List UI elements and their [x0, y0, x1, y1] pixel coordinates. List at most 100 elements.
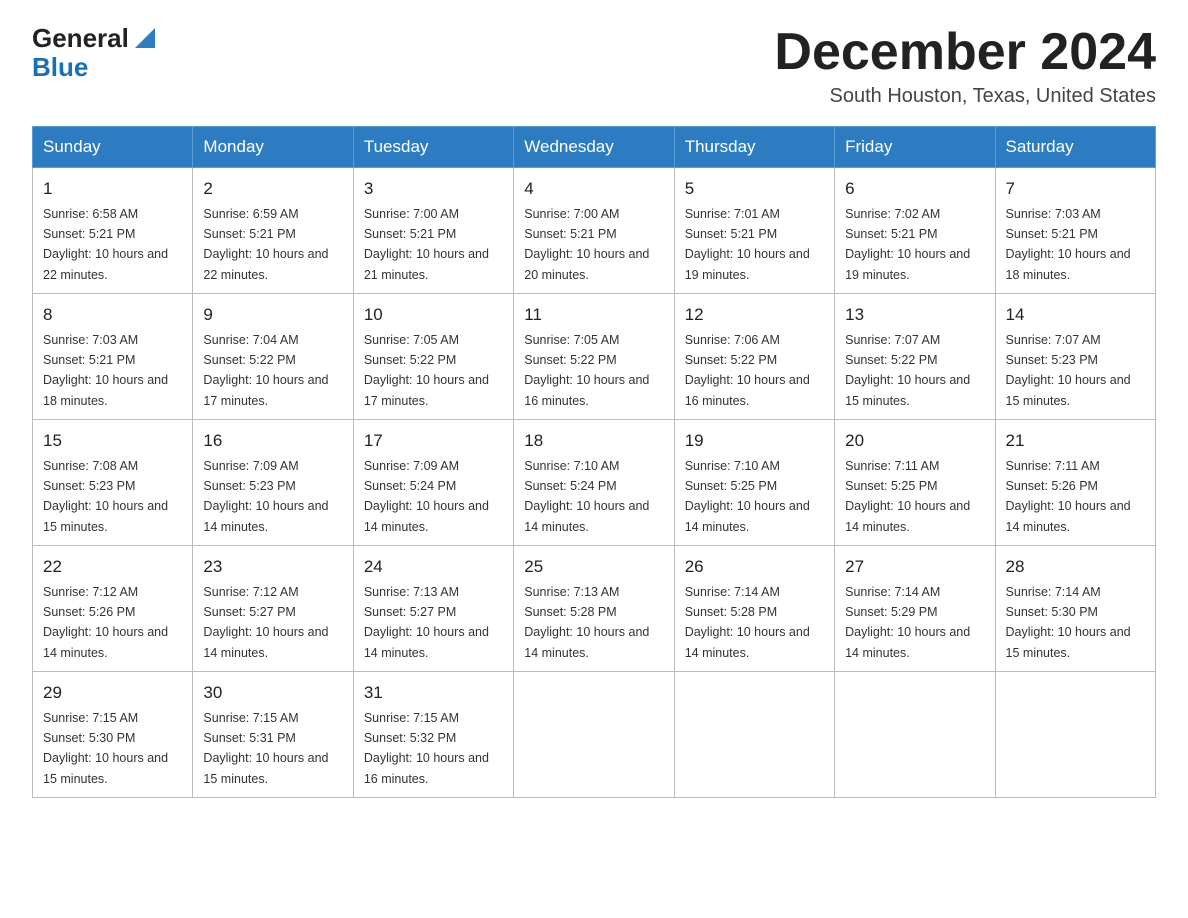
day-info: Sunrise: 7:11 AMSunset: 5:25 PMDaylight:…	[845, 459, 970, 534]
day-number: 2	[203, 176, 342, 202]
calendar-day-cell: 18 Sunrise: 7:10 AMSunset: 5:24 PMDaylig…	[514, 420, 674, 546]
logo-general: General	[32, 24, 159, 53]
day-number: 29	[43, 680, 182, 706]
month-title: December 2024	[774, 24, 1156, 81]
day-info: Sunrise: 7:14 AMSunset: 5:30 PMDaylight:…	[1006, 585, 1131, 660]
calendar-day-cell: 31 Sunrise: 7:15 AMSunset: 5:32 PMDaylig…	[353, 672, 513, 798]
calendar-week-row: 8 Sunrise: 7:03 AMSunset: 5:21 PMDayligh…	[33, 294, 1156, 420]
day-number: 23	[203, 554, 342, 580]
day-info: Sunrise: 7:00 AMSunset: 5:21 PMDaylight:…	[524, 207, 649, 282]
day-number: 30	[203, 680, 342, 706]
day-info: Sunrise: 7:10 AMSunset: 5:24 PMDaylight:…	[524, 459, 649, 534]
day-number: 4	[524, 176, 663, 202]
calendar-day-cell	[514, 672, 674, 798]
calendar: SundayMondayTuesdayWednesdayThursdayFrid…	[32, 126, 1156, 798]
day-number: 15	[43, 428, 182, 454]
day-info: Sunrise: 7:06 AMSunset: 5:22 PMDaylight:…	[685, 333, 810, 408]
day-number: 22	[43, 554, 182, 580]
calendar-day-cell: 16 Sunrise: 7:09 AMSunset: 5:23 PMDaylig…	[193, 420, 353, 546]
day-info: Sunrise: 7:04 AMSunset: 5:22 PMDaylight:…	[203, 333, 328, 408]
calendar-day-cell: 7 Sunrise: 7:03 AMSunset: 5:21 PMDayligh…	[995, 168, 1155, 294]
calendar-header-tuesday: Tuesday	[353, 127, 513, 168]
day-number: 5	[685, 176, 824, 202]
day-info: Sunrise: 7:05 AMSunset: 5:22 PMDaylight:…	[524, 333, 649, 408]
calendar-day-cell: 1 Sunrise: 6:58 AMSunset: 5:21 PMDayligh…	[33, 168, 193, 294]
title-block: December 2024 South Houston, Texas, Unit…	[774, 24, 1156, 108]
calendar-day-cell: 13 Sunrise: 7:07 AMSunset: 5:22 PMDaylig…	[835, 294, 995, 420]
calendar-day-cell: 4 Sunrise: 7:00 AMSunset: 5:21 PMDayligh…	[514, 168, 674, 294]
day-number: 24	[364, 554, 503, 580]
day-info: Sunrise: 7:03 AMSunset: 5:21 PMDaylight:…	[1006, 207, 1131, 282]
calendar-header-monday: Monday	[193, 127, 353, 168]
day-number: 1	[43, 176, 182, 202]
day-info: Sunrise: 7:15 AMSunset: 5:32 PMDaylight:…	[364, 711, 489, 786]
day-info: Sunrise: 7:03 AMSunset: 5:21 PMDaylight:…	[43, 333, 168, 408]
day-number: 25	[524, 554, 663, 580]
day-info: Sunrise: 7:01 AMSunset: 5:21 PMDaylight:…	[685, 207, 810, 282]
day-info: Sunrise: 7:07 AMSunset: 5:23 PMDaylight:…	[1006, 333, 1131, 408]
day-number: 31	[364, 680, 503, 706]
day-number: 8	[43, 302, 182, 328]
calendar-day-cell	[835, 672, 995, 798]
day-number: 11	[524, 302, 663, 328]
day-info: Sunrise: 7:09 AMSunset: 5:23 PMDaylight:…	[203, 459, 328, 534]
logo-blue-text: Blue	[32, 53, 88, 82]
day-number: 20	[845, 428, 984, 454]
day-number: 10	[364, 302, 503, 328]
day-info: Sunrise: 7:14 AMSunset: 5:29 PMDaylight:…	[845, 585, 970, 660]
calendar-day-cell: 17 Sunrise: 7:09 AMSunset: 5:24 PMDaylig…	[353, 420, 513, 546]
day-number: 7	[1006, 176, 1145, 202]
calendar-week-row: 22 Sunrise: 7:12 AMSunset: 5:26 PMDaylig…	[33, 546, 1156, 672]
calendar-day-cell: 28 Sunrise: 7:14 AMSunset: 5:30 PMDaylig…	[995, 546, 1155, 672]
logo-general-text: General	[32, 24, 129, 53]
day-info: Sunrise: 7:13 AMSunset: 5:28 PMDaylight:…	[524, 585, 649, 660]
day-info: Sunrise: 7:13 AMSunset: 5:27 PMDaylight:…	[364, 585, 489, 660]
day-info: Sunrise: 7:09 AMSunset: 5:24 PMDaylight:…	[364, 459, 489, 534]
day-number: 3	[364, 176, 503, 202]
calendar-day-cell: 24 Sunrise: 7:13 AMSunset: 5:27 PMDaylig…	[353, 546, 513, 672]
day-number: 13	[845, 302, 984, 328]
day-number: 19	[685, 428, 824, 454]
calendar-day-cell: 20 Sunrise: 7:11 AMSunset: 5:25 PMDaylig…	[835, 420, 995, 546]
day-number: 14	[1006, 302, 1145, 328]
day-info: Sunrise: 7:15 AMSunset: 5:30 PMDaylight:…	[43, 711, 168, 786]
day-number: 27	[845, 554, 984, 580]
calendar-day-cell: 8 Sunrise: 7:03 AMSunset: 5:21 PMDayligh…	[33, 294, 193, 420]
day-info: Sunrise: 7:15 AMSunset: 5:31 PMDaylight:…	[203, 711, 328, 786]
calendar-day-cell: 10 Sunrise: 7:05 AMSunset: 5:22 PMDaylig…	[353, 294, 513, 420]
calendar-day-cell: 2 Sunrise: 6:59 AMSunset: 5:21 PMDayligh…	[193, 168, 353, 294]
day-number: 18	[524, 428, 663, 454]
calendar-header-saturday: Saturday	[995, 127, 1155, 168]
calendar-day-cell: 9 Sunrise: 7:04 AMSunset: 5:22 PMDayligh…	[193, 294, 353, 420]
calendar-day-cell: 26 Sunrise: 7:14 AMSunset: 5:28 PMDaylig…	[674, 546, 834, 672]
calendar-day-cell: 15 Sunrise: 7:08 AMSunset: 5:23 PMDaylig…	[33, 420, 193, 546]
day-number: 26	[685, 554, 824, 580]
day-number: 16	[203, 428, 342, 454]
calendar-day-cell: 14 Sunrise: 7:07 AMSunset: 5:23 PMDaylig…	[995, 294, 1155, 420]
day-info: Sunrise: 7:02 AMSunset: 5:21 PMDaylight:…	[845, 207, 970, 282]
calendar-day-cell: 11 Sunrise: 7:05 AMSunset: 5:22 PMDaylig…	[514, 294, 674, 420]
day-info: Sunrise: 7:12 AMSunset: 5:26 PMDaylight:…	[43, 585, 168, 660]
day-info: Sunrise: 7:00 AMSunset: 5:21 PMDaylight:…	[364, 207, 489, 282]
calendar-day-cell: 5 Sunrise: 7:01 AMSunset: 5:21 PMDayligh…	[674, 168, 834, 294]
calendar-header-friday: Friday	[835, 127, 995, 168]
day-info: Sunrise: 7:14 AMSunset: 5:28 PMDaylight:…	[685, 585, 810, 660]
day-info: Sunrise: 7:10 AMSunset: 5:25 PMDaylight:…	[685, 459, 810, 534]
calendar-day-cell: 19 Sunrise: 7:10 AMSunset: 5:25 PMDaylig…	[674, 420, 834, 546]
calendar-day-cell: 21 Sunrise: 7:11 AMSunset: 5:26 PMDaylig…	[995, 420, 1155, 546]
calendar-day-cell: 6 Sunrise: 7:02 AMSunset: 5:21 PMDayligh…	[835, 168, 995, 294]
calendar-day-cell: 29 Sunrise: 7:15 AMSunset: 5:30 PMDaylig…	[33, 672, 193, 798]
calendar-day-cell	[995, 672, 1155, 798]
calendar-day-cell: 27 Sunrise: 7:14 AMSunset: 5:29 PMDaylig…	[835, 546, 995, 672]
day-number: 28	[1006, 554, 1145, 580]
day-info: Sunrise: 6:59 AMSunset: 5:21 PMDaylight:…	[203, 207, 328, 282]
day-info: Sunrise: 6:58 AMSunset: 5:21 PMDaylight:…	[43, 207, 168, 282]
calendar-day-cell: 30 Sunrise: 7:15 AMSunset: 5:31 PMDaylig…	[193, 672, 353, 798]
logo-triangle-icon	[131, 24, 159, 52]
calendar-header-wednesday: Wednesday	[514, 127, 674, 168]
header: General Blue December 2024 South Houston…	[32, 24, 1156, 108]
day-number: 6	[845, 176, 984, 202]
calendar-header-sunday: Sunday	[33, 127, 193, 168]
calendar-header-row: SundayMondayTuesdayWednesdayThursdayFrid…	[33, 127, 1156, 168]
calendar-week-row: 1 Sunrise: 6:58 AMSunset: 5:21 PMDayligh…	[33, 168, 1156, 294]
